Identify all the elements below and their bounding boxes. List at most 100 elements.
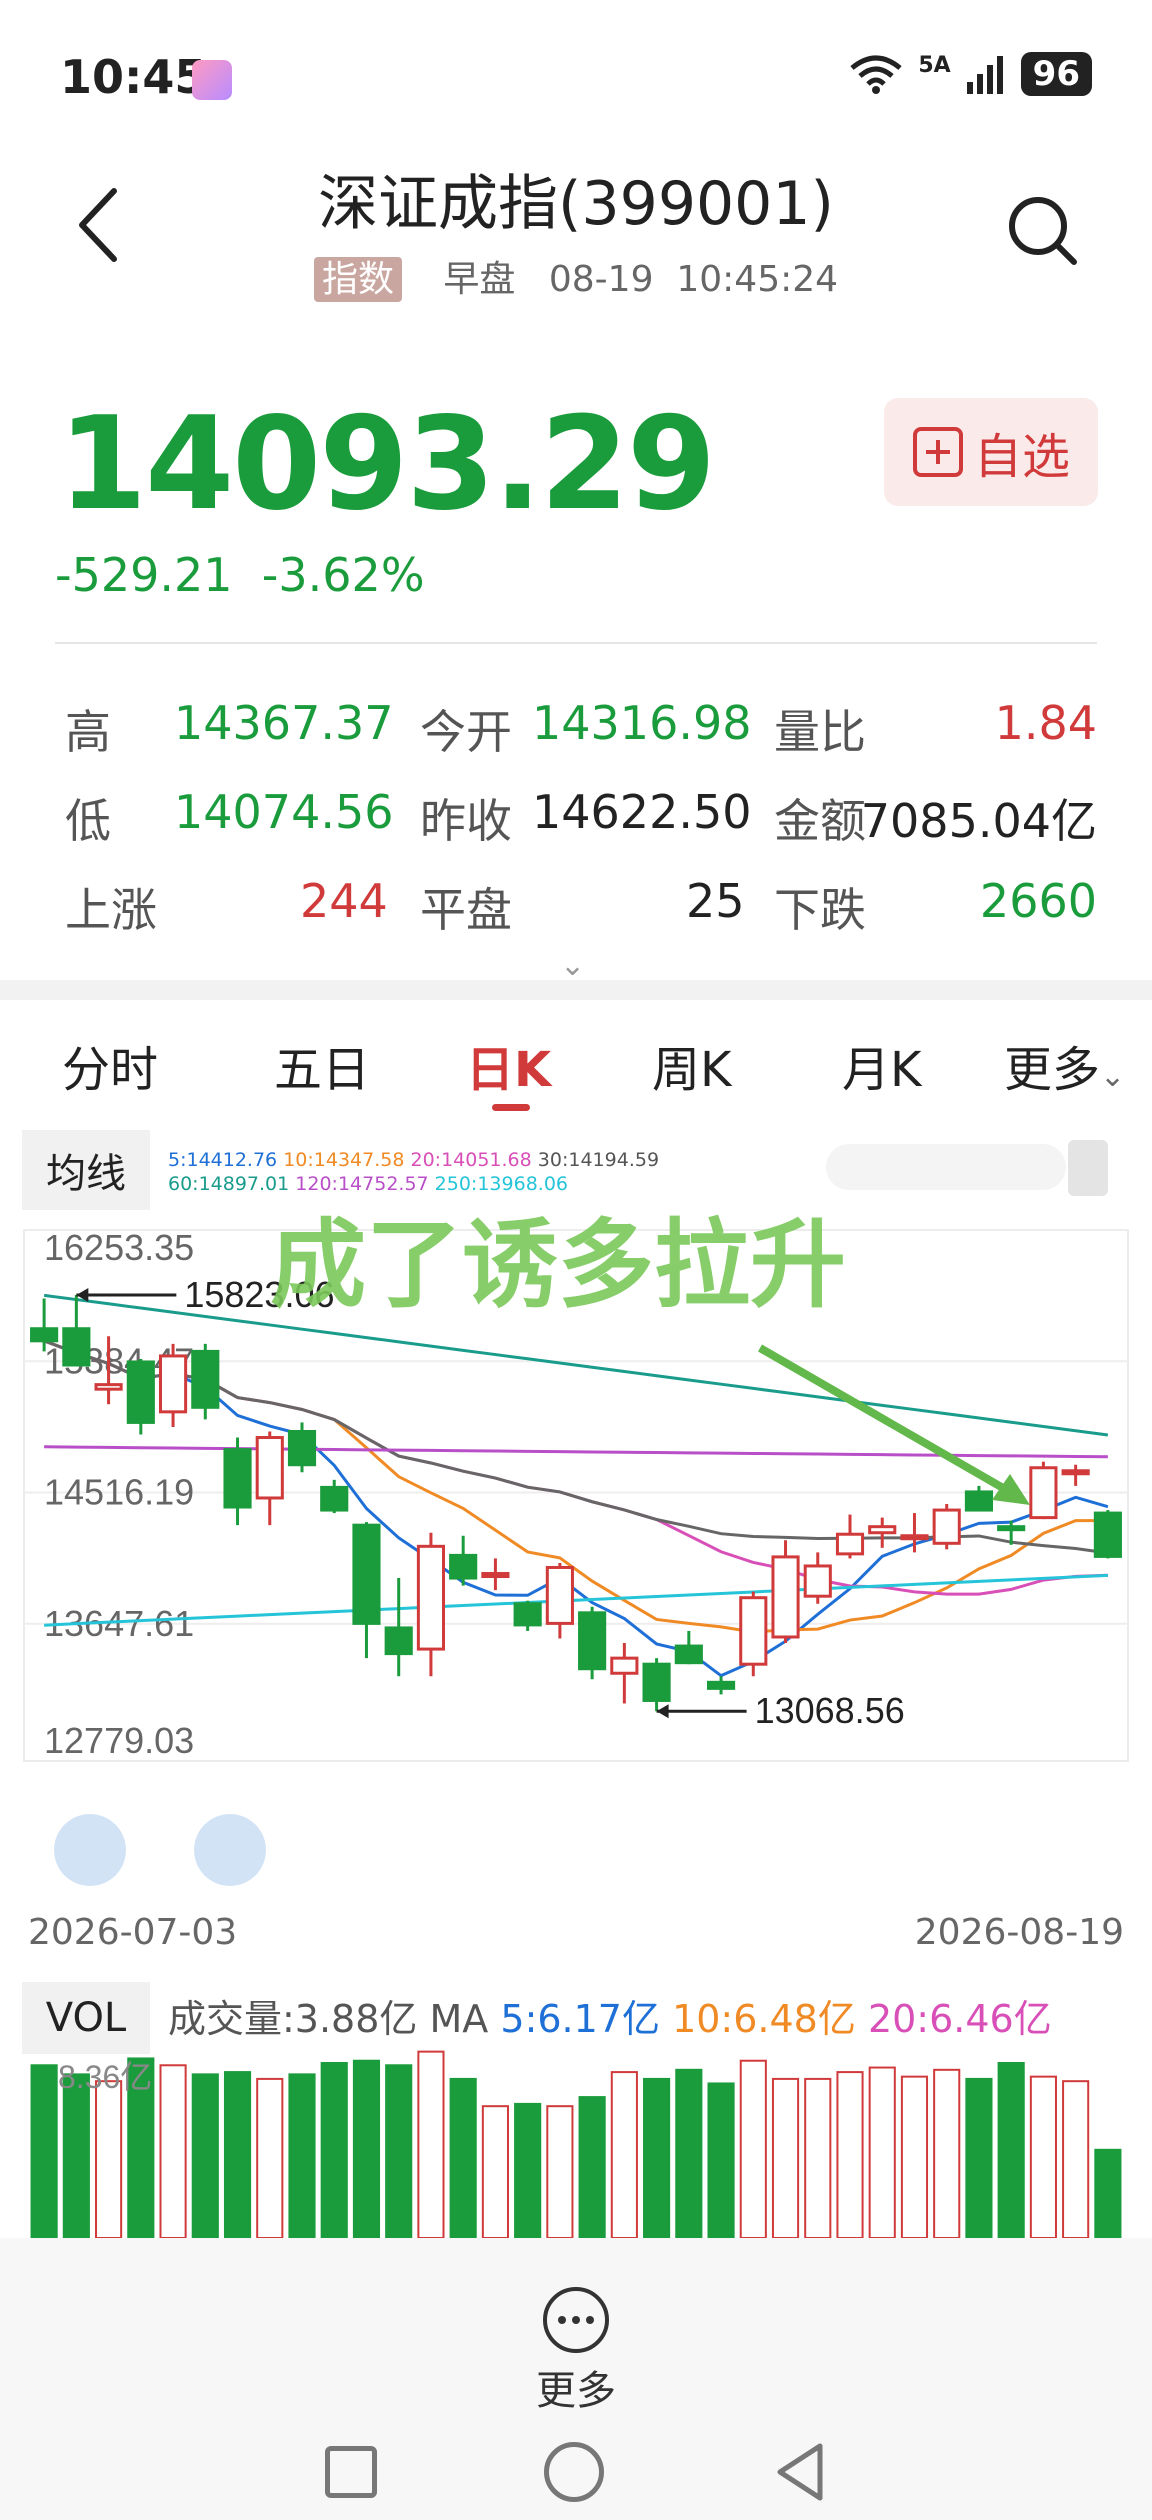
more-dots-icon[interactable] <box>540 2284 612 2356</box>
ratio-label: 量比 <box>774 705 866 759</box>
volume-indicator-tag[interactable]: VOL <box>22 1982 150 2054</box>
volume-bar <box>481 2105 509 2238</box>
ma10-value: 10:14347.58 <box>283 1149 405 1171</box>
ma-values-row1: 5:14412.76 10:14347.58 20:14051.68 30:14… <box>168 1148 659 1172</box>
high-value: 14367.37 <box>174 696 394 750</box>
amount-label: 金额 <box>774 794 866 848</box>
volume-ma5: 5:6.17亿 <box>500 1997 660 2041</box>
decliners-label: 下跌 <box>774 883 866 937</box>
advancers-value: 244 <box>300 874 388 928</box>
ma-indicator-tag[interactable]: 均线 <box>22 1130 150 1210</box>
network-type: 5A <box>918 52 951 78</box>
candle <box>158 1354 188 1414</box>
recent-apps-button[interactable] <box>325 2446 377 2498</box>
current-price: 14093.29 <box>58 390 716 539</box>
advancers-label: 上涨 <box>65 883 157 937</box>
volume-bar <box>1062 2080 1090 2238</box>
high-label: 高 <box>65 705 111 759</box>
quote-datetime: 08-19 10:45:24 <box>548 259 839 300</box>
candle <box>868 1525 897 1535</box>
divider <box>55 642 1097 644</box>
tab-five-day[interactable]: 五日 <box>274 1030 370 1100</box>
volume-bar <box>191 2073 219 2238</box>
tab-monthly-k[interactable]: 月K <box>842 1030 921 1100</box>
ma-values-row2: 60:14897.01 120:14752.57 250:13968.06 <box>168 1172 568 1196</box>
unchanged-value: 25 <box>686 874 745 928</box>
low-marker-label: 13068.56 <box>755 1690 905 1731</box>
volume-bar <box>95 2080 123 2238</box>
volume-bar <box>417 2050 445 2238</box>
candle <box>706 1680 736 1690</box>
nav-back-button[interactable] <box>770 2440 830 2504</box>
volume-bar <box>707 2082 735 2238</box>
search-icon[interactable] <box>1002 190 1082 270</box>
low-value: 14074.56 <box>174 785 394 839</box>
home-button[interactable] <box>544 2442 604 2502</box>
volume-bar <box>320 2062 348 2238</box>
annotation-text: 成了诱多拉升 <box>270 1210 846 1321</box>
candle <box>416 1544 446 1651</box>
active-tab-indicator <box>492 1104 530 1111</box>
status-indicators: 5A 96 <box>848 52 1092 96</box>
candle <box>320 1485 349 1512</box>
candle <box>674 1644 703 1665</box>
volume-chart[interactable]: 8.36亿 <box>0 2048 1152 2238</box>
candle <box>771 1555 800 1639</box>
prev-close-value: 14622.50 <box>532 785 752 839</box>
ma250-value: 250:13968.06 <box>434 1173 568 1195</box>
ma5-value: 5:14412.76 <box>168 1149 278 1171</box>
annotation-arrow-line <box>758 1344 1012 1496</box>
candle <box>481 1572 510 1579</box>
chart-settings-icon[interactable] <box>1068 1140 1108 1196</box>
volume-ma20: 20:6.46亿 <box>867 1997 1052 2041</box>
candle <box>964 1490 994 1512</box>
volume-bar <box>643 2077 671 2238</box>
chevron-down-icon[interactable]: ⌄ <box>560 948 585 983</box>
tab-intraday[interactable]: 分时 <box>62 1030 158 1100</box>
chart-start-date: 2026-07-03 <box>28 1912 238 1953</box>
candle <box>642 1662 671 1702</box>
price-change: -529.21 -3.62% <box>55 548 425 602</box>
volume-bar <box>449 2077 477 2238</box>
ma250-line <box>44 1573 1108 1627</box>
more-button-label[interactable]: 更多 <box>0 2358 1152 2416</box>
zoom-in-icon <box>194 1814 266 1886</box>
volume-bar <box>223 2071 252 2238</box>
volume-bar <box>997 2062 1025 2238</box>
signal-icon <box>966 56 1003 94</box>
chevron-down-icon: ⌄ <box>1100 1059 1126 1094</box>
candle <box>997 1525 1026 1532</box>
tab-weekly-k[interactable]: 周K <box>652 1030 731 1100</box>
volume-bar <box>836 2071 864 2238</box>
y-axis-label: 16253.35 <box>44 1227 194 1268</box>
candle <box>513 1602 542 1627</box>
open-label: 今开 <box>420 705 512 759</box>
candle <box>287 1429 317 1467</box>
tab-daily-k[interactable]: 日K <box>466 1030 551 1100</box>
ma120-value: 120:14752.57 <box>295 1173 429 1195</box>
candle <box>610 1656 639 1675</box>
tab-more-label: 更多 <box>1004 1042 1101 1098</box>
ma60-value: 60:14897.01 <box>168 1173 290 1195</box>
y-axis-label: 12779.03 <box>44 1720 194 1761</box>
candle <box>384 1626 413 1656</box>
tab-more[interactable]: 更多⌄ <box>1004 1030 1125 1100</box>
kline-chart[interactable]: 16253.3515384.4714516.1913647.6112779.03… <box>0 1210 1152 1900</box>
decliners-value: 2660 <box>979 874 1097 928</box>
volume-bar <box>868 2066 896 2238</box>
volume-info: 成交量:3.88亿 MA 5:6.17亿 10:6.48亿 20:6.46亿 <box>168 1988 1052 2043</box>
candle <box>835 1532 865 1556</box>
candle <box>900 1534 929 1541</box>
add-watchlist-button[interactable]: 自选 <box>884 398 1098 506</box>
candle <box>191 1349 220 1409</box>
volume-bar <box>352 2059 381 2238</box>
chart-toggle[interactable] <box>826 1144 1066 1190</box>
candle <box>223 1448 252 1509</box>
zoom-out-icon <box>54 1814 126 1886</box>
volume-bar <box>159 2064 187 2238</box>
candle <box>578 1611 607 1671</box>
volume-bar <box>514 2102 542 2238</box>
y-axis-label: 14516.19 <box>44 1472 194 1513</box>
candle <box>545 1565 574 1625</box>
volume-bar <box>1029 2075 1057 2238</box>
